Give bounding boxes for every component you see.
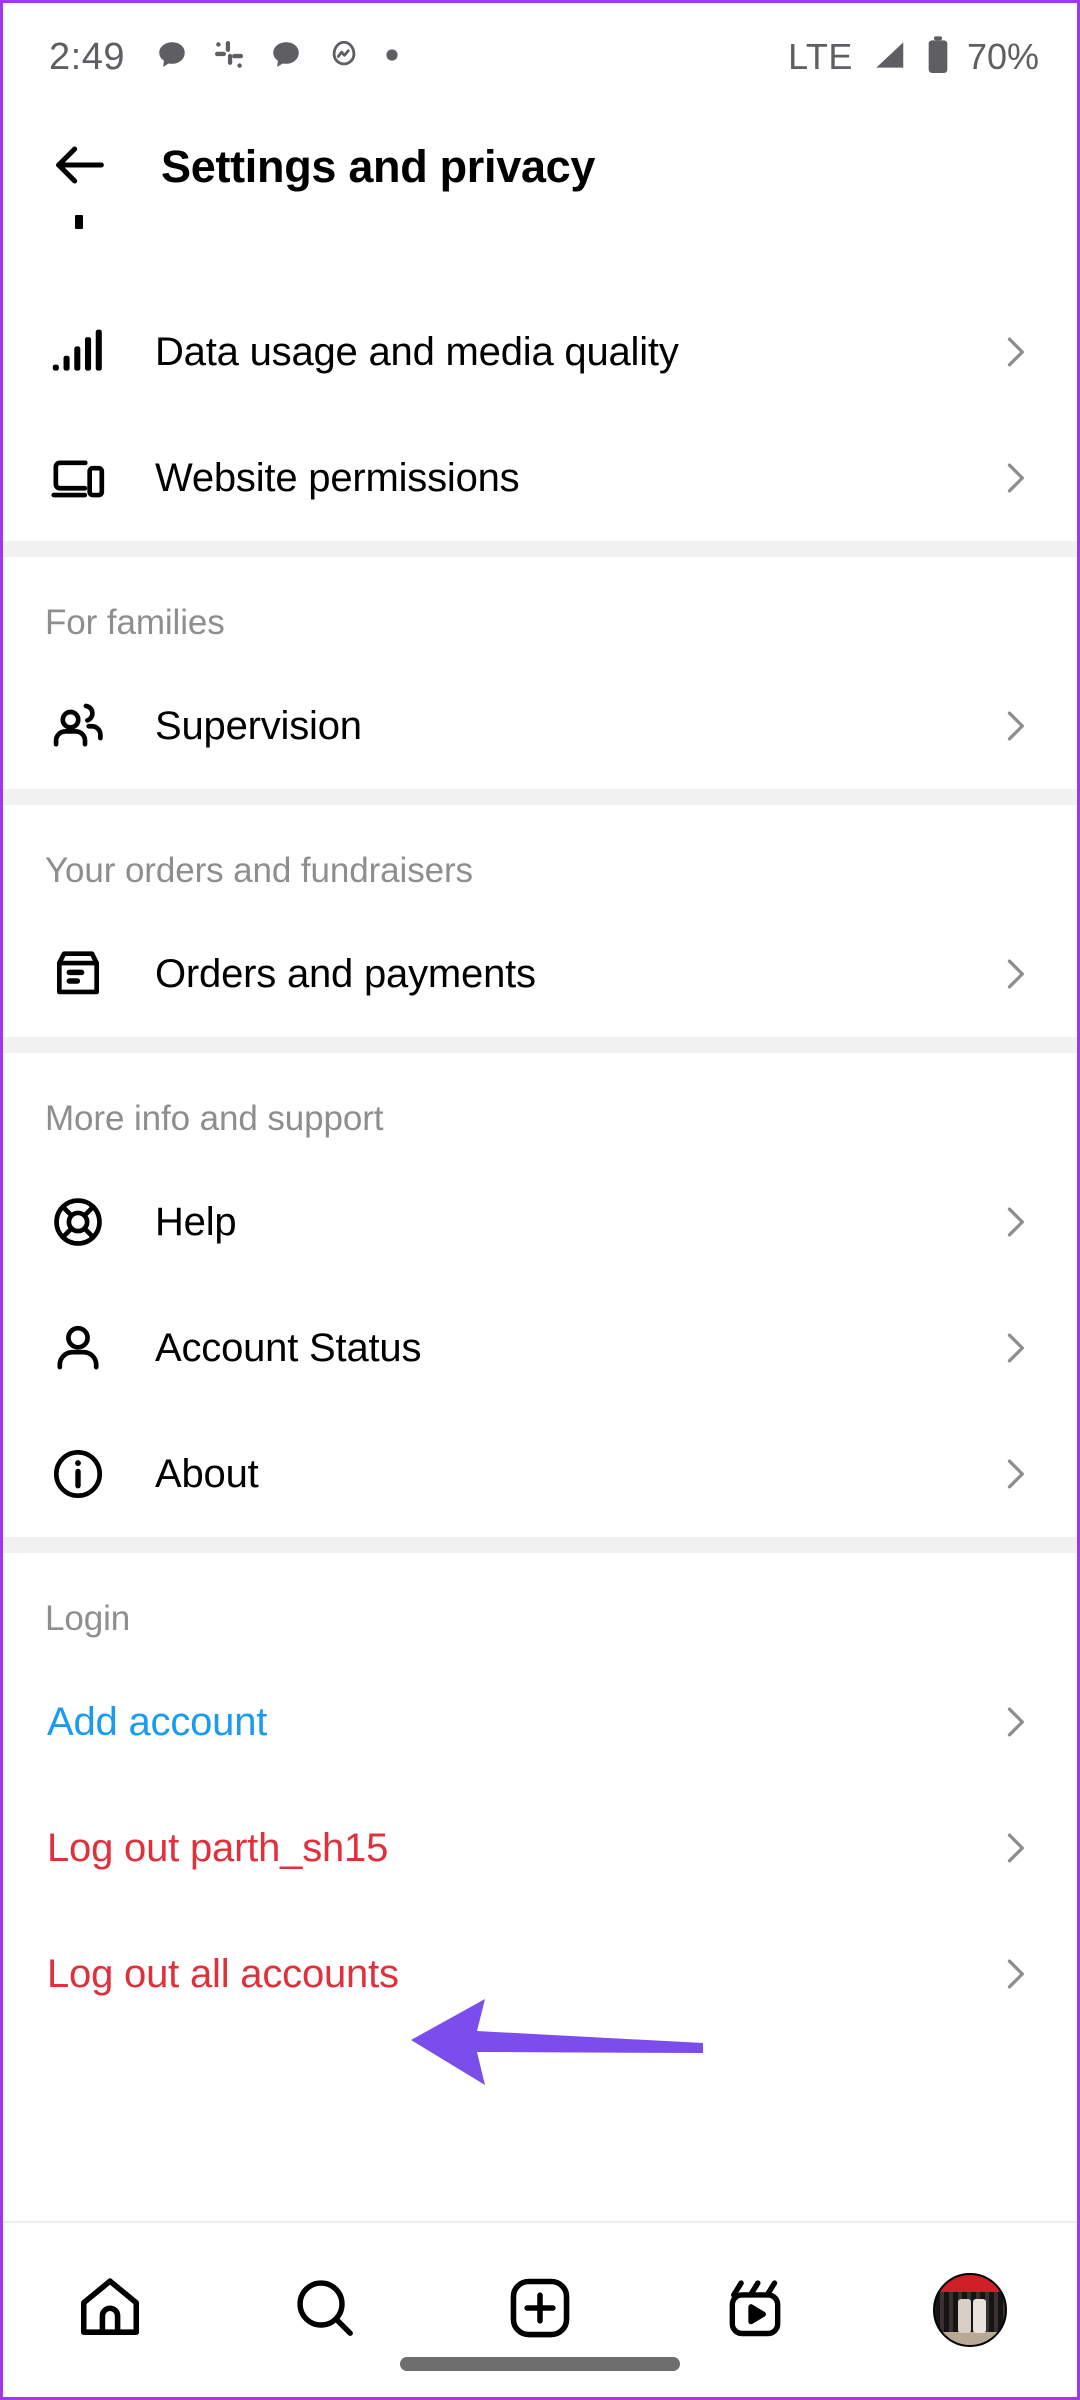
receipt-box-icon — [47, 943, 109, 1005]
settings-row-label: Supervision — [155, 703, 362, 748]
settings-row-log-out-user[interactable]: Log out parth_sh15 — [3, 1785, 1077, 1911]
status-bar-time: 2:49 — [49, 35, 125, 78]
section-divider — [3, 1037, 1077, 1053]
back-button[interactable] — [43, 130, 117, 204]
home-indicator[interactable] — [400, 2357, 680, 2371]
chevron-right-icon — [993, 330, 1037, 374]
page-title: Settings and privacy — [161, 141, 596, 192]
back-arrow-icon — [48, 133, 112, 202]
settings-row-website-permissions[interactable]: Website permissions — [3, 415, 1077, 541]
settings-row-label: Help — [155, 1199, 237, 1244]
settings-row-label: Orders and payments — [155, 951, 536, 996]
chevron-right-icon — [993, 1200, 1037, 1244]
section-divider — [3, 541, 1077, 557]
chat-bubble-icon — [269, 38, 303, 77]
search-icon — [291, 2274, 359, 2347]
partial-glyph — [75, 215, 83, 229]
battery-percent-label: 70% — [966, 36, 1039, 77]
avatar-ground — [934, 2332, 1005, 2345]
status-bar-notification-icons — [155, 38, 399, 77]
people-icon — [47, 695, 109, 757]
chevron-right-icon — [993, 1700, 1037, 1744]
settings-row-label: Data usage and media quality — [155, 329, 679, 374]
scrolled-partial-item — [3, 215, 1077, 289]
settings-row-orders-and-payments[interactable]: Orders and payments — [3, 911, 1077, 1037]
settings-row-data-usage[interactable]: Data usage and media quality — [3, 289, 1077, 415]
nav-item-search[interactable] — [218, 2274, 433, 2347]
section-divider — [3, 789, 1077, 805]
settings-row-about[interactable]: About — [3, 1411, 1077, 1537]
devices-icon — [47, 447, 109, 509]
signal-icon — [869, 36, 909, 79]
slack-icon — [213, 39, 245, 76]
section-divider — [3, 1537, 1077, 1553]
settings-row-label: Add account — [47, 1699, 268, 1744]
page-header: Settings and privacy — [3, 111, 1077, 223]
status-bar-system-icons: LTE 70% — [788, 35, 1039, 80]
chevron-right-icon — [993, 1326, 1037, 1370]
activity-egg-icon — [327, 38, 361, 77]
status-bar: 2:49 LTE 70% — [3, 3, 1077, 111]
section-heading-orders: Your orders and fundraisers — [45, 851, 473, 890]
settings-row-label: Log out parth_sh15 — [47, 1825, 389, 1870]
settings-row-log-out-all-accounts[interactable]: Log out all accounts — [3, 1911, 1077, 2037]
chevron-right-icon — [993, 952, 1037, 996]
settings-row-label: Log out all accounts — [47, 1951, 399, 1996]
settings-row-supervision[interactable]: Supervision — [3, 663, 1077, 789]
avatar-banner — [934, 2275, 1005, 2292]
signal-bars-icon — [47, 321, 109, 383]
settings-list: Data usage and media quality Website per… — [3, 215, 1077, 2037]
nav-item-home[interactable] — [3, 2273, 218, 2348]
nav-item-create[interactable] — [433, 2273, 648, 2348]
avatar-person-right — [972, 2299, 986, 2333]
chat-bubble-icon — [155, 38, 189, 77]
battery-icon — [925, 35, 951, 80]
chevron-right-icon — [993, 456, 1037, 500]
section-heading-login: Login — [45, 1599, 131, 1638]
avatar-person-left — [957, 2299, 971, 2333]
chevron-right-icon — [993, 704, 1037, 748]
profile-avatar — [932, 2273, 1007, 2347]
settings-row-label: About — [155, 1451, 259, 1496]
info-circle-icon — [47, 1443, 109, 1505]
settings-row-add-account[interactable]: Add account — [3, 1659, 1077, 1785]
chevron-right-icon — [993, 1452, 1037, 1496]
create-icon — [505, 2273, 575, 2348]
reels-icon — [721, 2274, 789, 2347]
settings-row-help[interactable]: Help — [3, 1159, 1077, 1285]
section-heading-for-families: For families — [45, 603, 225, 642]
network-type-label: LTE — [788, 36, 853, 77]
settings-row-label: Account Status — [155, 1325, 422, 1370]
dot-icon — [385, 48, 399, 67]
chevron-right-icon — [993, 1826, 1037, 1870]
person-icon — [47, 1317, 109, 1379]
phone-screen: 2:49 LTE 70% Settings and privacy Data u… — [0, 0, 1080, 2400]
nav-item-reels[interactable] — [647, 2274, 862, 2347]
life-ring-icon — [47, 1191, 109, 1253]
nav-item-profile[interactable] — [862, 2273, 1077, 2347]
settings-row-label: Website permissions — [155, 455, 520, 500]
settings-row-account-status[interactable]: Account Status — [3, 1285, 1077, 1411]
section-heading-more-info: More info and support — [45, 1099, 384, 1138]
home-icon — [75, 2273, 145, 2348]
chevron-right-icon — [993, 1952, 1037, 1996]
